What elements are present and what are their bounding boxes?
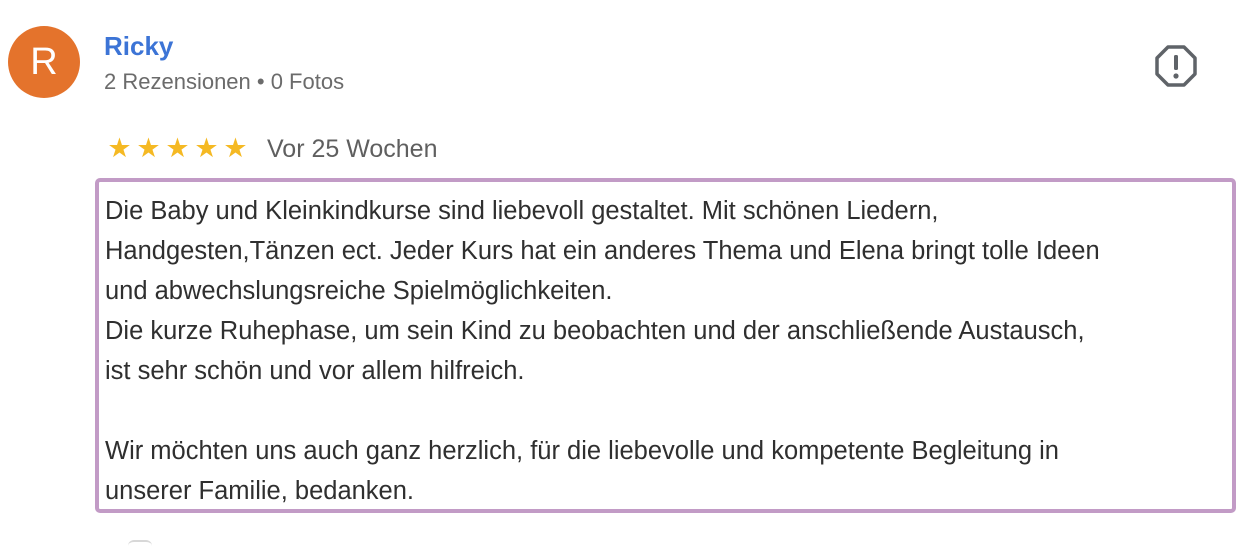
reviewer-meta: 2 Rezensionen • 0 Fotos [104,69,345,94]
report-flag-icon [1155,45,1197,87]
avatar[interactable]: R [8,26,80,98]
review-paragraph-2: Wir möchten uns auch ganz herzlich, für … [105,437,1059,505]
review-text-highlight: Die Baby und Kleinkindkurse sind liebevo… [95,178,1236,513]
reviewer-name-link[interactable]: Ricky [104,30,173,62]
star-icon: ★ [136,133,161,163]
review-paragraph-1: Die Baby und Kleinkindkurse sind liebevo… [105,197,1100,385]
report-review-button[interactable] [1154,44,1198,88]
star-icon: ★ [107,133,132,163]
star-icon: ★ [194,133,219,163]
like-icon[interactable] [128,540,152,546]
paragraph-spacer [105,391,1232,431]
review-time: Vor 25 Wochen [267,135,438,163]
star-icon: ★ [223,133,248,163]
star-icon: ★ [165,133,190,163]
review-card: R Ricky 2 Rezensionen • 0 Fotos ★ ★ ★ ★ ★ Vo… [0,0,1252,546]
star-rating: ★ ★ ★ ★ ★ [106,132,249,164]
